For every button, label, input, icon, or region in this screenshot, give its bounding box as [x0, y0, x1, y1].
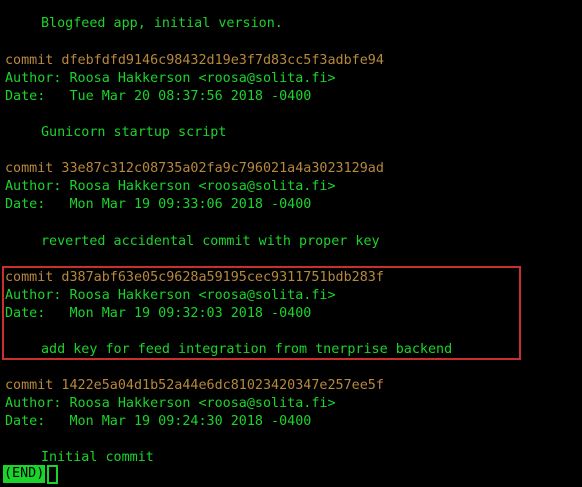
author-line: Author: Roosa Hakkerson <roosa@solita.fi… [5, 396, 336, 411]
date-line: Date: Mon Mar 19 09:32:03 2018 -0400 [5, 306, 312, 321]
author-line: Author: Roosa Hakkerson <roosa@solita.fi… [5, 288, 336, 303]
commit-hash-line: commit 1422e5a04d1b52a44e6dc81023420347e… [5, 378, 384, 393]
commit-message: add key for feed integration from tnerpr… [41, 342, 453, 357]
date-line: Date: Mon Mar 19 09:24:30 2018 -0400 [5, 414, 312, 429]
terminal-cursor[interactable] [47, 465, 58, 484]
commit-hash-line: commit d387abf63e05c9628a59195cec9311751… [5, 270, 384, 285]
date-line: Date: Tue Mar 20 08:37:56 2018 -0400 [5, 89, 312, 104]
terminal-window[interactable]: Blogfeed app, initial version. commit df… [0, 0, 582, 487]
pager-end-marker: (END) [3, 465, 46, 483]
commit-hash-line: commit dfebfdfd9146c98432d19e3f7d83cc5f3… [5, 53, 384, 68]
commit-message: Blogfeed app, initial version. [41, 16, 283, 31]
commit-message: reverted accidental commit with proper k… [41, 234, 380, 249]
date-line: Date: Mon Mar 19 09:33:06 2018 -0400 [5, 197, 312, 212]
author-line: Author: Roosa Hakkerson <roosa@solita.fi… [5, 71, 336, 86]
commit-hash-line: commit 33e87c312c08735a02fa9c796021a4a30… [5, 161, 384, 176]
author-line: Author: Roosa Hakkerson <roosa@solita.fi… [5, 179, 336, 194]
commit-message: Gunicorn startup script [41, 125, 227, 140]
